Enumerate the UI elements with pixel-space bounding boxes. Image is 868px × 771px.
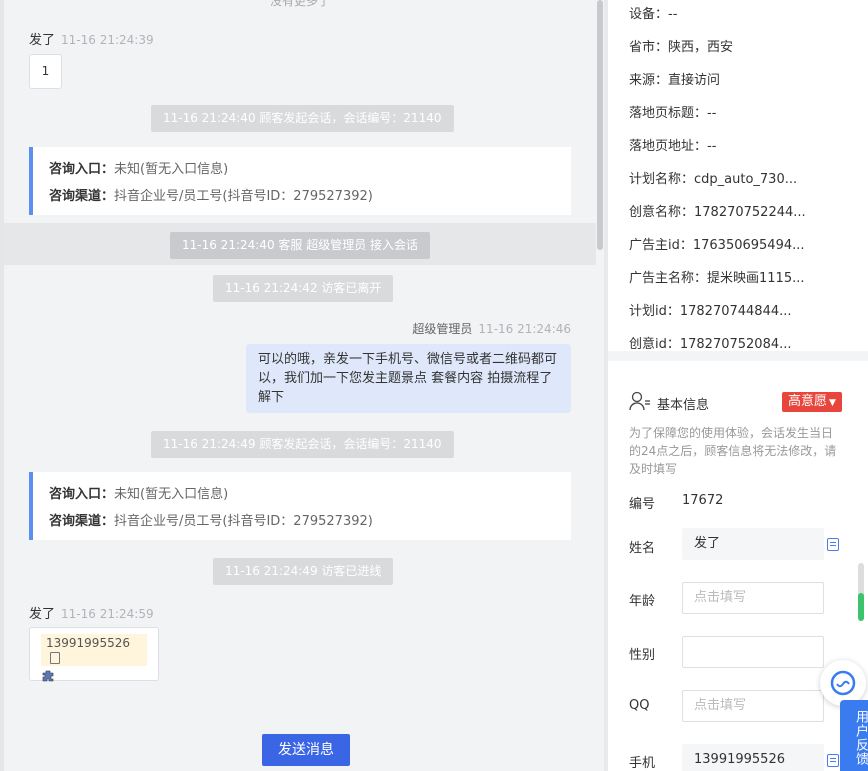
panel-separator [608,351,868,361]
age-field[interactable]: 点击填写 [682,582,824,614]
info-row-device: 设备：-- [629,7,678,22]
info-row-source: 来源：直接访问 [629,73,721,88]
no-more-text: 没有更多了 [269,0,330,8]
qq-placeholder: 点击填写 [694,698,747,713]
info-row-advertiser-name: 广告主名称：提米映画1115... [629,271,805,286]
chat-scrollbar-thumb[interactable] [597,0,603,250]
age-placeholder: 点击填写 [694,590,747,605]
info-row-plan-id: 计划id：178270744844... [629,304,792,319]
sender-name: 发了 [29,607,56,622]
qq-label: QQ [629,698,650,713]
name-label: 姓名 [629,541,656,556]
info-row-province: 省市：陕西，西安 [629,40,734,55]
send-message-button[interactable]: 发送消息 [262,734,350,766]
message-time: 11-16 21:24:46 [478,322,571,336]
age-label: 年龄 [629,594,656,609]
consult-entry-row: 咨询入口：未知(暂无入口信息) [49,487,229,502]
info-row-creative-id: 创意id：178270752084... [629,337,792,352]
consult-info-card: 咨询入口：未知(暂无入口信息) 咨询渠道：抖音企业号/员工号(抖音号ID：279… [29,472,571,540]
phone-field[interactable]: 13991995526 [682,744,824,771]
system-message: 11-16 21:24:42 访客已离开 [213,275,394,302]
visitor-message-bubble: 1 [29,54,62,89]
id-value: 17672 [682,493,724,508]
visitor-message-header: 发了 11-16 21:24:59 [29,603,154,622]
consult-channel-row: 咨询渠道：抖音企业号/员工号(抖音号ID：279527392) [49,189,373,204]
consult-channel-row: 咨询渠道：抖音企业号/员工号(抖音号ID：279527392) [49,514,373,529]
decorative-puzzle-icon [41,669,147,686]
user-list-icon [629,391,650,411]
phone-label: 手机 [629,756,656,771]
system-message: 11-16 21:24:49 顾客发起会话，会话编号：21140 [151,431,454,458]
qq-field[interactable]: 点击填写 [682,690,824,722]
copy-icon[interactable] [50,651,60,664]
intent-level-dropdown[interactable]: 高意愿 ▼ [782,392,842,412]
panel-scrollbar-thumb[interactable] [858,593,864,621]
intent-level-label: 高意愿 [788,394,828,409]
system-message: 11-16 21:24:49 访客已进线 [213,558,394,585]
phone-number-tag[interactable]: 13991995526 [41,634,147,666]
visitor-message-header: 发了 11-16 21:24:39 [29,29,154,48]
consult-entry-row: 咨询入口：未知(暂无入口信息) [49,162,229,177]
gender-label: 性别 [629,648,656,663]
id-label: 编号 [629,497,656,512]
info-row-creative-name: 创意名称：178270752244... [629,205,806,220]
system-message: 11-16 21:24:40 客服 超级管理员 接入会话 [170,232,431,259]
basic-info-title: 基本信息 [657,398,710,413]
gender-select[interactable] [682,636,824,668]
chat-area: 没有更多了 发了 11-16 21:24:39 1 11-16 21:24:40 … [0,0,608,771]
copy-icon[interactable] [827,754,839,767]
system-message: 11-16 21:24:40 顾客发起会话，会话编号：21140 [151,105,454,132]
agent-name: 超级管理员 [412,322,473,336]
consult-info-card: 咨询入口：未知(暂无入口信息) 咨询渠道：抖音企业号/员工号(抖音号ID：279… [29,147,571,215]
copy-icon[interactable] [827,538,839,551]
caret-down-icon: ▼ [829,398,836,408]
info-row-advertiser-id: 广告主id：176350695494... [629,238,805,253]
sender-name: 发了 [29,33,56,48]
edit-deadline-note: 为了保障您的使用体验，会话发生当日的24点之后，顾客信息将无法修改，请及时填写 [629,426,837,476]
phone-number-text: 13991995526 [46,636,130,650]
message-time: 11-16 21:24:59 [61,607,154,621]
agent-message-header: 超级管理员 11-16 21:24:46 [300,320,571,337]
agent-message-bubble: 可以的哦，亲发一下手机号、微信号或者二维码都可以，我们加一下您发主题景点 套餐内… [246,344,571,413]
name-field[interactable]: 发了 [682,528,824,560]
user-feedback-tab[interactable]: 用户反馈 [840,700,868,771]
customer-info-panel: 设备：-- 省市：陕西，西安 来源：直接访问 落地页标题：-- 落地页地址：--… [608,0,868,771]
chat-gutter [0,0,4,771]
message-time: 11-16 21:24:39 [61,33,154,47]
visitor-message-bubble: 13991995526 [29,627,159,682]
info-row-landing-title: 落地页标题：-- [629,106,717,121]
info-row-landing-url: 落地页地址：-- [629,139,717,154]
info-row-plan-name: 计划名称：cdp_auto_730... [629,172,798,187]
